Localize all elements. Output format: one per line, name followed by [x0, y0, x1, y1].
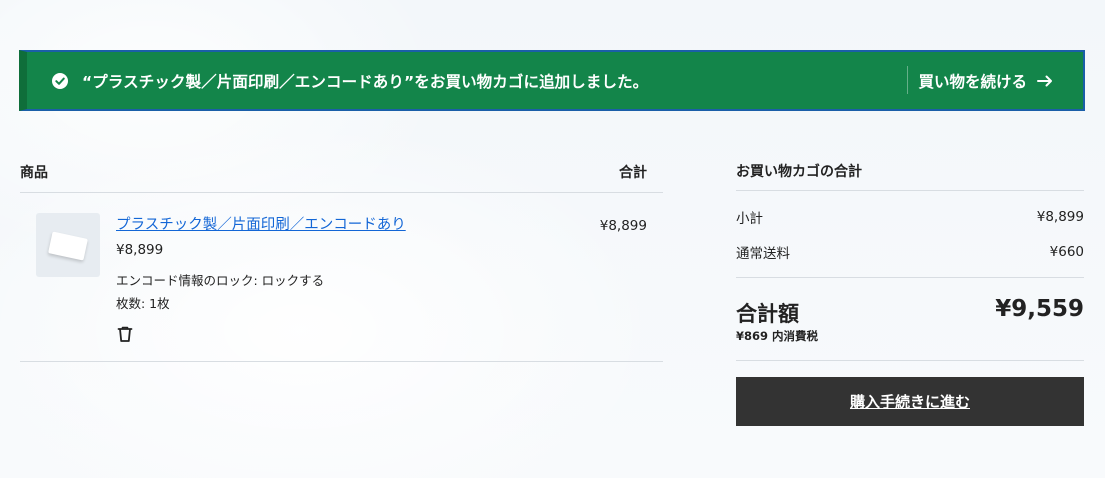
checkout-button[interactable]: 購入手続きに進む: [736, 377, 1084, 426]
grand-total-label: 合計額: [736, 302, 799, 326]
cart-item-info: プラスチック製／片面印刷／エンコードあり ¥8,899 エンコード情報のロック:…: [116, 213, 406, 345]
arrow-right-icon: [1037, 75, 1052, 86]
cart-summary: お買い物カゴの合計 小計 ¥8,899 通常送料 ¥660 合計額 ¥9,559…: [736, 152, 1084, 426]
plastic-card-image: [48, 231, 88, 261]
product-option-lock: エンコード情報のロック: ロックする: [116, 273, 325, 288]
shipping-label: 通常送料: [736, 245, 790, 262]
notice-divider: [907, 66, 908, 94]
remove-item-button[interactable]: [116, 323, 138, 345]
product-name-link[interactable]: プラスチック製／片面印刷／エンコードあり: [116, 213, 406, 234]
product-quantity: 枚数: 1枚: [116, 296, 170, 311]
added-to-cart-notice: “プラスチック製／片面印刷／エンコードあり”をお買い物カゴに追加しました。 買い…: [19, 50, 1085, 111]
cart-item-total: ¥8,899: [599, 218, 647, 234]
trash-icon: [117, 326, 133, 342]
subtotal-line: 小計 ¥8,899: [736, 199, 1084, 234]
grand-total-value: ¥9,559: [995, 296, 1084, 322]
cart-item-row: プラスチック製／片面印刷／エンコードあり ¥8,899 エンコード情報のロック:…: [20, 193, 663, 362]
continue-shopping-link[interactable]: 買い物を続ける: [918, 52, 1053, 109]
column-header-product: 商品: [20, 165, 48, 181]
cart-table: 商品 合計 プラスチック製／片面印刷／エンコードあり ¥8,899 エンコード情…: [20, 152, 663, 362]
shipping-line: 通常送料 ¥660: [736, 234, 1084, 269]
continue-shopping-label: 買い物を続ける: [918, 72, 1027, 91]
subtotal-value: ¥8,899: [1036, 208, 1084, 225]
tax-note: ¥869 内消費税: [736, 329, 819, 343]
subtotal-label: 小計: [736, 210, 763, 227]
summary-title: お買い物カゴの合計: [736, 152, 1084, 191]
cart-table-header: 商品 合計: [20, 152, 663, 193]
product-thumbnail[interactable]: [36, 213, 100, 277]
product-options: エンコード情報のロック: ロックする 枚数: 1枚: [116, 269, 406, 315]
product-unit-price: ¥8,899: [116, 242, 164, 258]
notice-message: “プラスチック製／片面印刷／エンコードあり”をお買い物カゴに追加しました。: [82, 72, 649, 91]
column-header-total: 合計: [619, 165, 647, 181]
shipping-value: ¥660: [1049, 243, 1084, 260]
grand-total: 合計額 ¥9,559 ¥869 内消費税: [736, 278, 1084, 361]
check-circle-icon: [52, 72, 68, 89]
